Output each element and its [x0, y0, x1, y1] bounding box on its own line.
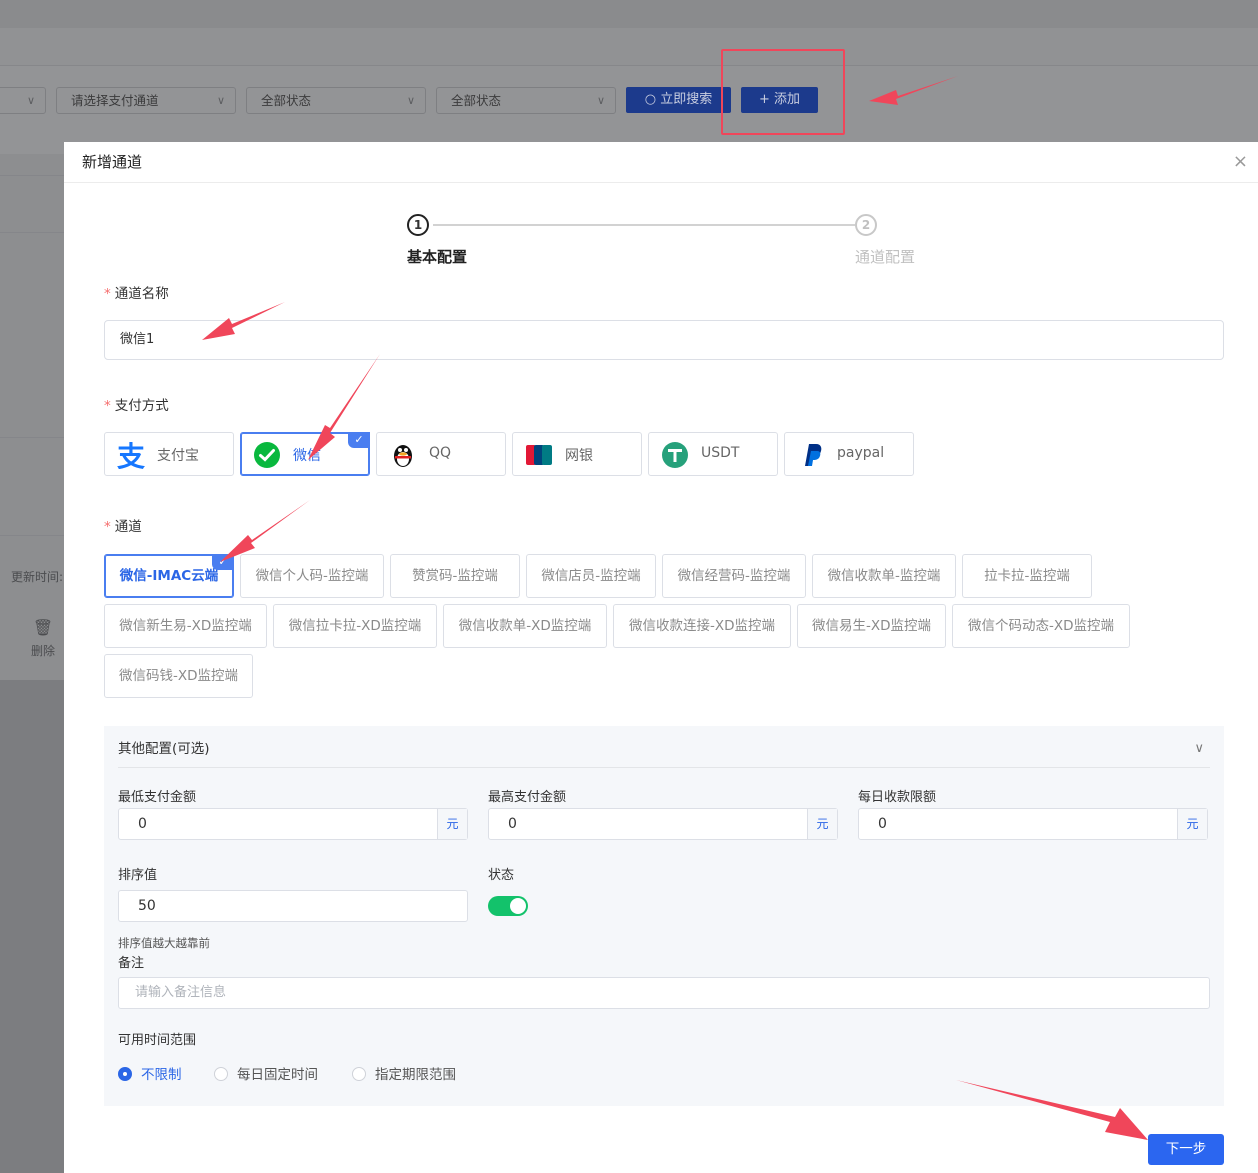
remark-label: 备注 [118, 956, 145, 971]
pay-method-alipay[interactable]: 支 支付宝 [104, 432, 234, 476]
radio-date-range[interactable]: 指定期限范围 [352, 1063, 456, 1083]
overlay-lower [0, 680, 64, 1173]
chevron-down-icon: ∨ [216, 94, 225, 107]
status-label: 状态 [488, 868, 515, 883]
pay-method-qq[interactable]: QQ [376, 432, 506, 476]
add-channel-modal: 新增通道 × 1 2 基本配置 通道配置 * 通道名称 微信1 * 支付方式 支 支… [64, 142, 1258, 1173]
chevron-down-icon: ∨ [26, 94, 35, 107]
chevron-down-icon: ∨ [406, 94, 415, 107]
wechat-icon [254, 442, 280, 468]
check-icon: ✓ [212, 554, 234, 570]
channel-option[interactable]: 微信收款单-XD监控端 [443, 604, 607, 648]
max-amount-input[interactable]: 0 元 [488, 808, 838, 840]
search-icon: ○ [644, 92, 657, 107]
step-2-label: 通道配置 [855, 248, 916, 266]
channel-option[interactable]: 微信个码动态-XD监控端 [952, 604, 1130, 648]
filter-status-select-2[interactable]: 全部状态 ∨ [436, 87, 616, 114]
filter-channel-select[interactable]: 请选择支付通道 ∨ [56, 87, 236, 114]
channel-option[interactable]: 赞赏码-监控端 [390, 554, 520, 598]
channel-option[interactable]: 微信收款单-监控端 [812, 554, 956, 598]
search-button[interactable]: ○ 立即搜索 [626, 87, 731, 113]
pay-method-paypal[interactable]: paypal [784, 432, 914, 476]
filter-select-1[interactable]: ∨ [0, 87, 46, 114]
channel-name-label: * 通道名称 [104, 286, 169, 302]
step-1-circle: 1 [407, 214, 429, 236]
daily-limit-label: 每日收款限额 [858, 790, 937, 805]
pay-method-unionpay[interactable]: 网银 [512, 432, 642, 476]
chevron-down-icon: ∨ [1194, 741, 1204, 756]
other-config-header[interactable]: 其他配置(可选) ∨ [118, 726, 1210, 768]
other-config-panel: 其他配置(可选) ∨ 最低支付金额 0 元 最高支付金额 0 元 每日收款限额 … [104, 726, 1224, 1106]
min-amount-label: 最低支付金额 [118, 790, 197, 805]
paypal-icon [805, 444, 822, 466]
step-1-label: 基本配置 [407, 248, 468, 266]
divider [0, 535, 64, 536]
pay-method-wechat[interactable]: 微信 ✓ [240, 432, 370, 476]
svg-text:支: 支 [117, 441, 145, 469]
step-2-circle: 2 [855, 214, 877, 236]
radio-daily-fixed[interactable]: 每日固定时间 [214, 1063, 318, 1083]
filter-status-select-1[interactable]: 全部状态 ∨ [246, 87, 426, 114]
toggle-knob [510, 898, 526, 914]
delete-button[interactable]: 🗑 删除 [30, 620, 56, 659]
channel-name-input[interactable]: 微信1 [104, 320, 1224, 360]
divider [0, 437, 64, 438]
remark-input[interactable]: 请输入备注信息 [118, 977, 1210, 1009]
divider [0, 232, 64, 233]
step-connector [433, 224, 855, 226]
trash-icon: 🗑 [32, 618, 54, 637]
qq-penguin-icon [394, 445, 412, 467]
channel-option[interactable]: 微信-IMAC云端 ✓ [104, 554, 234, 598]
usdt-icon [662, 442, 688, 468]
channel-option[interactable]: 微信经营码-监控端 [662, 554, 806, 598]
unionpay-icon [526, 445, 552, 465]
channel-label: * 通道 [104, 519, 142, 535]
time-range-label: 可用时间范围 [118, 1033, 197, 1048]
min-amount-input[interactable]: 0 元 [118, 808, 468, 840]
channel-option[interactable]: 微信店员-监控端 [526, 554, 656, 598]
channel-option[interactable]: 微信码钱-XD监控端 [104, 654, 253, 698]
pay-method-usdt[interactable]: USDT [648, 432, 778, 476]
sort-label: 排序值 [118, 868, 158, 883]
channel-option[interactable]: 微信收款连接-XD监控端 [613, 604, 791, 648]
highlight-box [721, 49, 845, 135]
channel-option[interactable]: 微信拉卡拉-XD监控端 [273, 604, 437, 648]
status-toggle[interactable] [488, 896, 528, 916]
next-step-button[interactable]: 下一步 [1148, 1134, 1224, 1165]
divider [0, 175, 64, 176]
update-time-label: 更新时间: [11, 570, 64, 584]
tab-bar [0, 28, 1258, 66]
steps: 1 2 基本配置 通道配置 [407, 214, 927, 274]
sort-hint: 排序值越大越靠前 [118, 936, 210, 950]
pay-method-label: * 支付方式 [104, 398, 169, 414]
top-bar [0, 0, 1258, 28]
max-amount-label: 最高支付金额 [488, 790, 567, 805]
chevron-down-icon: ∨ [596, 94, 605, 107]
channel-option[interactable]: 微信新生易-XD监控端 [104, 604, 267, 648]
modal-title: 新增通道 [82, 153, 143, 171]
sort-input[interactable]: 50 [118, 890, 468, 922]
modal-header: 新增通道 × [64, 142, 1258, 183]
check-icon: ✓ [348, 432, 370, 448]
channel-option[interactable]: 微信易生-XD监控端 [797, 604, 946, 648]
daily-limit-input[interactable]: 0 元 [858, 808, 1208, 840]
radio-unlimited[interactable]: 不限制 [118, 1063, 182, 1083]
close-icon[interactable]: × [1233, 142, 1248, 182]
channel-option[interactable]: 拉卡拉-监控端 [962, 554, 1092, 598]
alipay-icon: 支 [117, 441, 145, 469]
channel-option[interactable]: 微信个人码-监控端 [240, 554, 384, 598]
